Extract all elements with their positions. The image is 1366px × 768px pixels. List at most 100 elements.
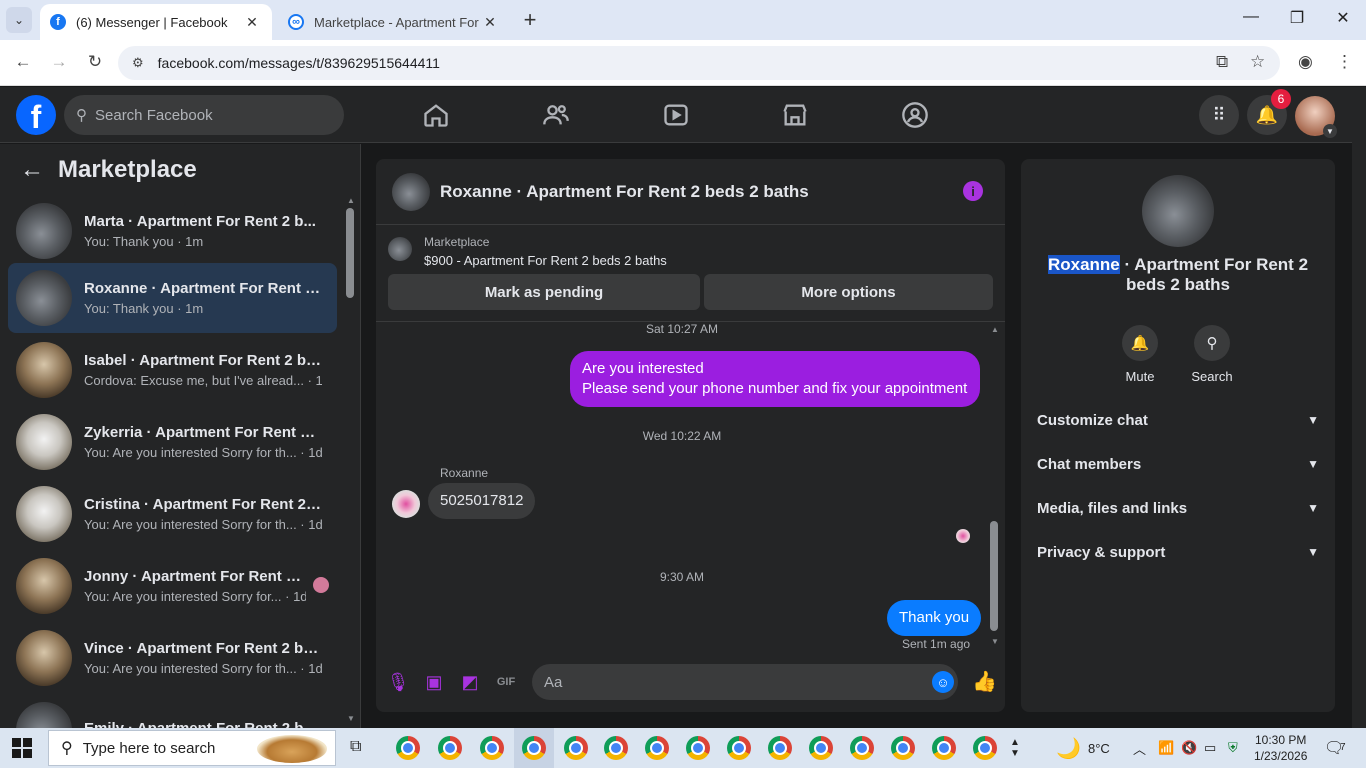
- taskbar-search-input[interactable]: ⚲ Type here to search: [48, 730, 336, 766]
- facebook-header: f ⚲ Search Facebook ⠿ 🔔 6 ▼: [0, 87, 1352, 143]
- site-info-icon[interactable]: ⚙: [132, 55, 144, 71]
- task-view-icon[interactable]: ⧉: [350, 738, 361, 756]
- account-avatar[interactable]: ▼: [1295, 96, 1337, 138]
- weather-temperature[interactable]: 8°C: [1088, 728, 1110, 768]
- menu-grid-button[interactable]: ⠿: [1199, 95, 1239, 135]
- chrome-taskbar-icon[interactable]: [480, 736, 504, 760]
- conversation-preview: You: Thank you · 1m: [84, 301, 204, 316]
- microphone-icon[interactable]: 🎙: [387, 671, 410, 693]
- message-input[interactable]: Aa: [532, 664, 958, 700]
- tab-marketplace[interactable]: ∞ Marketplace - Apartment For Re ✕: [278, 4, 510, 40]
- conversation-item-isabel[interactable]: Isabel · Apartment For Rent 2 be... Cord…: [8, 335, 337, 405]
- sidebar-scrollbar[interactable]: [346, 208, 354, 298]
- privacy-support-section[interactable]: Privacy & support ▼: [1037, 537, 1319, 567]
- mark-as-pending-button[interactable]: Mark as pending: [388, 274, 700, 310]
- sticker-icon[interactable]: ◩: [459, 671, 481, 693]
- security-shield-icon[interactable]: ⛨: [1228, 728, 1238, 768]
- chrome-taskbar-icon[interactable]: [604, 736, 628, 760]
- info-icon[interactable]: i: [963, 181, 983, 201]
- network-icon[interactable]: 📶: [1158, 728, 1174, 768]
- address-bar[interactable]: ⚙ facebook.com/messages/t/83962951564441…: [118, 46, 1280, 80]
- scroll-up-arrow-icon[interactable]: ▲: [347, 196, 355, 205]
- reload-button[interactable]: ↻: [84, 52, 106, 72]
- like-thumbs-up-icon[interactable]: 👍: [972, 669, 997, 693]
- conversation-item-jonny[interactable]: Jonny · Apartment For Rent 2 ... You: Ar…: [8, 551, 337, 621]
- media-files-links-section[interactable]: Media, files and links ▼: [1037, 493, 1319, 523]
- browser-menu-icon[interactable]: ⋮: [1336, 52, 1353, 72]
- mute-button[interactable]: 🔔 Mute: [1110, 325, 1170, 384]
- chrome-taskbar-icon[interactable]: [564, 736, 588, 760]
- customize-chat-section[interactable]: Customize chat ▼: [1037, 405, 1319, 435]
- scroll-down-arrow-icon[interactable]: ▼: [991, 637, 999, 646]
- back-arrow-icon[interactable]: ←: [20, 156, 44, 184]
- chrome-taskbar-icon[interactable]: [850, 736, 874, 760]
- chrome-taskbar-icon[interactable]: [891, 736, 915, 760]
- close-tab-icon[interactable]: ✕: [242, 14, 262, 31]
- scroll-down-arrow-icon[interactable]: ▼: [347, 714, 355, 723]
- back-button[interactable]: ←: [12, 52, 34, 72]
- emoji-icon[interactable]: ☺: [932, 671, 954, 693]
- incoming-message[interactable]: 5025017812: [428, 483, 536, 519]
- conversation-preview: Cordova: Excuse me, but I've alread... ·…: [84, 373, 322, 388]
- chrome-taskbar-icon[interactable]: [686, 736, 710, 760]
- chrome-taskbar-icon[interactable]: [932, 736, 956, 760]
- search-conversation-button[interactable]: ⚲ Search: [1182, 325, 1242, 384]
- bookmark-star-icon[interactable]: ☆: [1250, 52, 1265, 72]
- chrome-taskbar-icon[interactable]: [809, 736, 833, 760]
- home-icon[interactable]: [422, 101, 450, 129]
- install-app-icon[interactable]: ⧉: [1216, 52, 1228, 72]
- friends-icon[interactable]: [542, 101, 570, 129]
- facebook-logo[interactable]: f: [16, 95, 56, 135]
- sender-avatar[interactable]: [392, 490, 420, 518]
- listing-summary[interactable]: Marketplace $900 - Apartment For Rent 2 …: [388, 235, 667, 268]
- profile-icon[interactable]: ◉: [1298, 52, 1313, 72]
- chrome-taskbar-icon[interactable]: [768, 736, 792, 760]
- maximize-button[interactable]: ❐: [1282, 8, 1312, 28]
- close-tab-icon[interactable]: ✕: [480, 14, 500, 31]
- chrome-taskbar-icon[interactable]: [396, 736, 420, 760]
- chrome-taskbar-icon[interactable]: [645, 736, 669, 760]
- chat-members-section[interactable]: Chat members ▼: [1037, 449, 1319, 479]
- conversation-title[interactable]: Roxanne · Apartment For Rent 2 beds 2 ba…: [440, 182, 809, 202]
- tab-messenger[interactable]: f (6) Messenger | Facebook ✕: [40, 4, 272, 40]
- tab-search-menu-button[interactable]: ⌄: [6, 7, 32, 33]
- chrome-taskbar-icon[interactable]: [522, 736, 546, 760]
- new-tab-button[interactable]: +: [518, 8, 542, 32]
- listing-avatar[interactable]: [1142, 175, 1214, 247]
- more-options-button[interactable]: More options: [704, 274, 993, 310]
- outgoing-message[interactable]: Thank you: [887, 600, 982, 636]
- search-placeholder: Search Facebook: [95, 106, 213, 124]
- page-scrollbar[interactable]: [1352, 87, 1366, 728]
- close-window-button[interactable]: ✕: [1328, 8, 1358, 28]
- taskbar-overflow-icon[interactable]: ▲ ▼: [1010, 728, 1020, 768]
- conversation-avatar[interactable]: [392, 172, 430, 211]
- conversation-item-roxanne[interactable]: Roxanne · Apartment For Rent 2... You: T…: [8, 263, 337, 333]
- marketplace-chat-list: ← Marketplace Marta · Apartment For Rent…: [0, 144, 361, 728]
- show-hidden-icons-icon[interactable]: ︿: [1133, 728, 1146, 768]
- forward-button[interactable]: →: [48, 52, 70, 72]
- chrome-taskbar-icon[interactable]: [973, 736, 997, 760]
- conversation-item-vince[interactable]: Vince · Apartment For Rent 2 be... You: …: [8, 623, 337, 693]
- minimize-button[interactable]: —: [1236, 8, 1266, 26]
- taskbar-clock[interactable]: 10:30 PM 1/23/2026: [1254, 732, 1307, 764]
- conversation-item-emily[interactable]: Emily · Apartment For Rent 2 be...: [8, 695, 337, 728]
- windows-start-icon[interactable]: [12, 738, 32, 758]
- volume-muted-icon[interactable]: 🔇: [1181, 728, 1197, 768]
- watch-icon[interactable]: [662, 101, 690, 129]
- gif-icon[interactable]: GIF: [495, 671, 517, 693]
- outgoing-message[interactable]: Are you interested Please send your phon…: [570, 351, 980, 407]
- conversation-item-zykerria[interactable]: Zykerria · Apartment For Rent 2 ... You:…: [8, 407, 337, 477]
- marketplace-icon[interactable]: [781, 101, 809, 129]
- conversation-item-marta[interactable]: Marta · Apartment For Rent 2 b... You: T…: [8, 196, 337, 266]
- photo-icon[interactable]: ▣: [423, 671, 445, 693]
- conversation-item-cristina[interactable]: Cristina · Apartment For Rent 2 ... You:…: [8, 479, 337, 549]
- scroll-up-arrow-icon[interactable]: ▲: [991, 325, 999, 334]
- chrome-taskbar-icon[interactable]: [438, 736, 462, 760]
- groups-icon[interactable]: [901, 101, 929, 129]
- chat-scrollbar[interactable]: [990, 521, 998, 631]
- facebook-search-input[interactable]: ⚲ Search Facebook: [64, 95, 344, 135]
- battery-icon[interactable]: ▭: [1204, 728, 1216, 768]
- chrome-taskbar-icon[interactable]: [727, 736, 751, 760]
- weather-moon-icon[interactable]: 🌙: [1056, 728, 1081, 768]
- details-title: Roxanne · Apartment For Rent 2 beds 2 ba…: [1041, 255, 1315, 295]
